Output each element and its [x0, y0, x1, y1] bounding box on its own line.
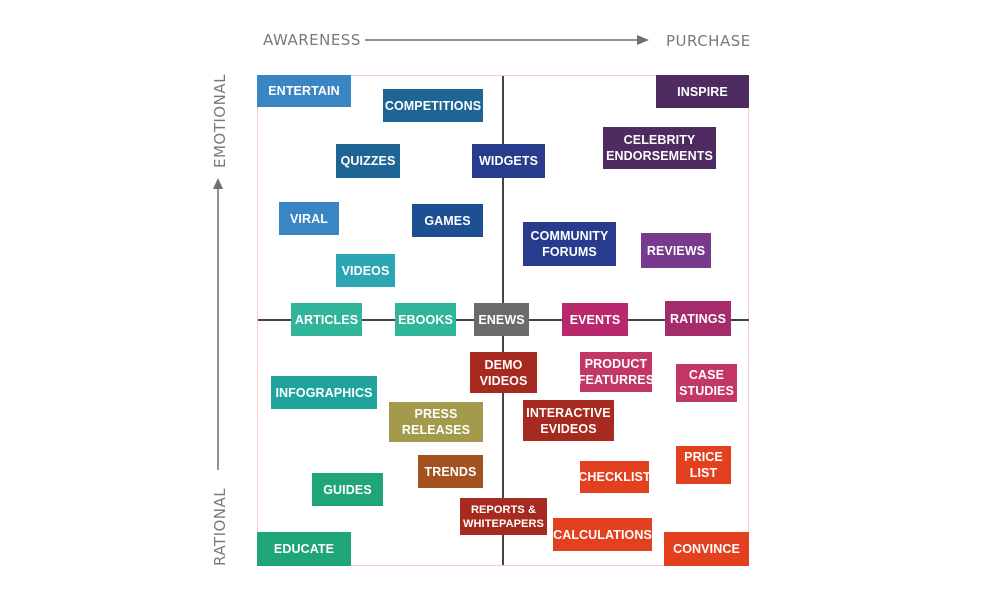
tile-label-line2: WHITEPAPERS [463, 517, 544, 530]
tile-label-line1: PRODUCT [584, 357, 648, 371]
tile-entertain: ENTERTAIN [257, 75, 351, 107]
tile-label: EDUCATE [273, 542, 335, 556]
tile-label: EBOOKS [398, 312, 453, 327]
tile-label-line1: CELEBRITY [623, 133, 696, 147]
tile-label: GUIDES [323, 482, 372, 497]
x-axis-right-label: PURCHASE [666, 32, 751, 50]
tile-label-line2: STUDIES [679, 384, 734, 398]
tile-label: TRENDS [424, 464, 477, 479]
tile-checklist: CHECKLIST [578, 461, 651, 493]
tile-reports-whitepapers: REPORTS & WHITEPAPERS [460, 498, 547, 535]
tile-guides: GUIDES [312, 473, 383, 506]
tile-label: RATINGS [669, 311, 727, 326]
x-axis-left-label: AWARENESS [263, 31, 361, 49]
tile-label-line1: CASE [688, 368, 725, 382]
tile-label: INSPIRE [677, 84, 728, 99]
y-axis-bottom-label: RATIONAL [211, 487, 229, 566]
tile-videos: VIDEOS [336, 254, 395, 287]
tile-ebooks: EBOOKS [395, 303, 456, 336]
tile-infographics: INFOGRAPHICS [271, 376, 377, 409]
tile-viral: VIRAL [279, 202, 339, 235]
tile-interactive-evideos: INTERACTIVE EVIDEOS [523, 400, 614, 441]
tile-product-features: PRODUCT FEATURRES [577, 352, 655, 392]
tile-label-line2: FORUMS [542, 245, 597, 259]
tile-events: EVENTS [562, 303, 628, 336]
tile-enews: ENEWS [474, 303, 529, 336]
tile-label: REVIEWS [646, 243, 706, 258]
tile-case-studies: CASE STUDIES [676, 364, 737, 402]
tile-label-line2: LIST [689, 466, 718, 480]
tile-games: GAMES [412, 204, 483, 237]
tile-demo-videos: DEMO VIDEOS [470, 352, 537, 393]
tile-competitions: COMPETITIONS [383, 89, 483, 122]
y-axis-top-label: EMOTIONAL [211, 74, 229, 168]
tile-inspire: INSPIRE [656, 75, 749, 108]
tile-price-list: PRICE LIST [676, 446, 731, 484]
tile-label-line1: PRESS [414, 407, 458, 421]
tile-label-line2: EVIDEOS [540, 421, 597, 436]
tile-label: QUIZZES [340, 154, 396, 168]
tile-widgets: WIDGETS [472, 144, 545, 178]
tile-reviews: REVIEWS [641, 233, 711, 268]
tile-label-line1: PRICE [684, 450, 723, 464]
tile-ratings: RATINGS [665, 301, 731, 336]
tile-label-line1: REPORTS & [470, 503, 537, 516]
tile-label: ENTERTAIN [268, 84, 340, 98]
tile-label: VIRAL [290, 211, 328, 226]
tile-trends: TRENDS [418, 455, 483, 488]
tile-quizzes: QUIZZES [336, 144, 400, 178]
tile-label: VIDEOS [341, 263, 390, 278]
tile-educate: EDUCATE [257, 532, 351, 566]
tile-label-line1: COMMUNITY [530, 229, 609, 243]
tile-label: COMPETITIONS [384, 98, 482, 113]
tile-label: ARTICLES [294, 312, 359, 327]
y-axis-arrow [213, 178, 223, 470]
tile-label: CONVINCE [673, 542, 740, 556]
tile-press-releases: PRESS RELEASES [389, 402, 483, 442]
tile-label: EVENTS [569, 312, 621, 327]
tile-label: WIDGETS [478, 154, 539, 168]
tile-label: CHECKLIST [578, 470, 651, 484]
tile-articles: ARTICLES [291, 303, 362, 336]
tile-label: GAMES [424, 213, 471, 228]
x-axis-arrow [365, 35, 649, 45]
tile-calculations: CALCULATIONS [553, 518, 652, 551]
tile-label-line1: INTERACTIVE [526, 405, 611, 420]
tile-label-line1: DEMO [484, 357, 523, 372]
tile-label-line2: VIDEOS [479, 373, 528, 388]
tile-label: CALCULATIONS [553, 527, 652, 542]
tile-label: ENEWS [478, 312, 525, 327]
tile-celebrity-endorsements: CELEBRITY ENDORSEMENTS [603, 127, 716, 169]
tile-label: INFOGRAPHICS [275, 385, 373, 400]
tile-convince: CONVINCE [664, 532, 749, 566]
tile-label-line2: ENDORSEMENTS [606, 149, 713, 163]
tile-label-line2: FEATURRES [577, 373, 655, 387]
tile-community-forums: COMMUNITY FORUMS [523, 222, 616, 266]
tile-label-line2: RELEASES [401, 423, 471, 437]
